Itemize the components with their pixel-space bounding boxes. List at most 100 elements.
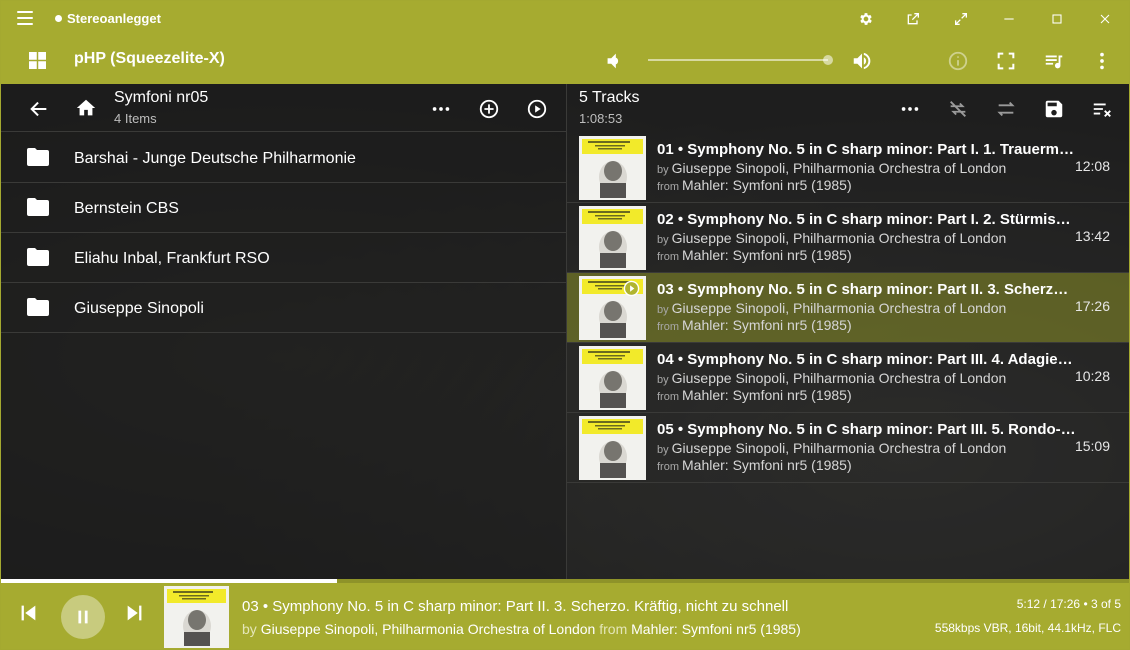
window-title: Stereoanlegget (55, 11, 161, 26)
settings-gear-icon[interactable] (856, 9, 876, 29)
track-row[interactable]: 04 • Symphony No. 5 in C sharp minor: Pa… (567, 343, 1129, 413)
album-cover (579, 136, 646, 200)
from-prefix: from (657, 251, 679, 263)
track-artist-name: Giuseppe Sinopoli, Philharmonia Orchestr… (671, 440, 1007, 456)
volume-slider[interactable] (648, 59, 828, 61)
queue-total-time: 1:08:53 (579, 111, 623, 126)
playback-time: 5:12 / 17:26 • 3 of 5 (1016, 597, 1121, 611)
track-album-name: Mahler: Symfoni nr5 (1985) (682, 457, 852, 473)
track-duration: 15:09 (1074, 438, 1110, 454)
track-artist: by Giuseppe Sinopoli, Philharmonia Orches… (657, 160, 1077, 176)
browse-subtitle: 4 Items (114, 111, 157, 126)
list-item[interactable]: Eliahu Inbal, Frankfurt RSO (1, 233, 566, 283)
track-title: 02 • Symphony No. 5 in C sharp minor: Pa… (657, 211, 1077, 228)
track-album-name: Mahler: Symfoni nr5 (1985) (682, 177, 852, 193)
folder-icon (27, 298, 49, 316)
queue-music-icon[interactable] (1042, 49, 1066, 73)
track-album: from Mahler: Symfoni nr5 (1985) (657, 247, 1077, 263)
track-row[interactable]: 02 • Symphony No. 5 in C sharp minor: Pa… (567, 203, 1129, 273)
more-vertical-icon[interactable] (1090, 49, 1114, 73)
folder-label: Eliahu Inbal, Frankfurt RSO (74, 250, 270, 267)
repeat-off-icon[interactable] (946, 97, 970, 121)
track-duration: 12:08 (1074, 158, 1110, 174)
more-horizontal-icon[interactable] (429, 97, 453, 121)
windows-icon (29, 52, 46, 69)
track-artist: by Giuseppe Sinopoli, Philharmonia Orches… (657, 440, 1077, 456)
save-icon[interactable] (1042, 97, 1066, 121)
folder-label: Giuseppe Sinopoli (74, 300, 204, 317)
folder-label: Bernstein CBS (74, 200, 179, 217)
album-cover (579, 416, 646, 480)
track-artist: by Giuseppe Sinopoli, Philharmonia Orches… (657, 230, 1077, 246)
player-toolbar: pHP (Squeezelite-X) (1, 37, 1129, 84)
track-artist: by Giuseppe Sinopoli, Philharmonia Orches… (657, 300, 1077, 316)
shuffle-off-icon[interactable] (994, 97, 1018, 121)
track-duration: 13:42 (1074, 228, 1110, 244)
play-circle-icon[interactable] (525, 97, 549, 121)
now-playing-icon (623, 280, 640, 297)
track-title: 04 • Symphony No. 5 in C sharp minor: Pa… (657, 351, 1077, 368)
track-duration: 17:26 (1074, 298, 1110, 314)
track-artist-name: Giuseppe Sinopoli, Philharmonia Orchestr… (671, 160, 1007, 176)
volume-slider-handle[interactable] (823, 55, 833, 65)
by-prefix: by (657, 164, 669, 176)
title-bar: Stereoanlegget (1, 1, 1129, 37)
previous-track-icon[interactable] (17, 602, 39, 624)
list-item[interactable]: Giuseppe Sinopoli (1, 283, 566, 333)
folder-list: Barshai - Junge Deutsche Philharmonie Be… (1, 133, 566, 333)
by-prefix: by (657, 304, 669, 316)
track-row[interactable]: 03 • Symphony No. 5 in C sharp minor: Pa… (567, 273, 1129, 343)
track-artist: by Giuseppe Sinopoli, Philharmonia Orches… (657, 370, 1077, 386)
maximize-icon[interactable] (1047, 9, 1067, 29)
track-row[interactable]: 05 • Symphony No. 5 in C sharp minor: Pa… (567, 413, 1129, 483)
expand-diagonal-icon[interactable] (951, 9, 971, 29)
pause-button[interactable] (61, 595, 105, 639)
folder-icon (27, 198, 49, 216)
now-playing-details: by Giuseppe Sinopoli, Philharmonia Orche… (242, 621, 801, 637)
browse-header: Symfoni nr05 4 Items (1, 84, 566, 132)
folder-icon (27, 248, 49, 266)
from-prefix: from (657, 181, 679, 193)
track-album: from Mahler: Symfoni nr5 (1985) (657, 457, 1077, 473)
from-prefix: from (599, 621, 628, 637)
menu-icon[interactable] (17, 11, 33, 25)
album-cover (579, 346, 646, 410)
by-prefix: by (657, 374, 669, 386)
volume-down-icon[interactable] (603, 50, 625, 72)
more-horizontal-icon[interactable] (898, 97, 922, 121)
track-album: from Mahler: Symfoni nr5 (1985) (657, 387, 1077, 403)
browse-title: Symfoni nr05 (114, 89, 209, 106)
now-playing-album[interactable]: Mahler: Symfoni nr5 (1985) (631, 621, 801, 637)
from-prefix: from (657, 461, 679, 473)
from-prefix: from (657, 321, 679, 333)
list-item[interactable]: Bernstein CBS (1, 183, 566, 233)
info-icon[interactable] (946, 49, 970, 73)
track-title: 01 • Symphony No. 5 in C sharp minor: Pa… (657, 141, 1077, 158)
now-playing-title[interactable]: 03 • Symphony No. 5 in C sharp minor: Pa… (242, 598, 788, 615)
close-icon[interactable] (1095, 9, 1115, 29)
back-arrow-icon[interactable] (28, 98, 50, 120)
now-playing-bar: 03 • Symphony No. 5 in C sharp minor: Pa… (1, 583, 1129, 649)
volume-up-icon[interactable] (851, 50, 873, 72)
track-album-name: Mahler: Symfoni nr5 (1985) (682, 317, 852, 333)
app-window: Stereoanlegget pHP (Squeezelite-X) Symfo… (0, 0, 1130, 650)
folder-icon (27, 148, 49, 166)
album-cover[interactable] (164, 586, 229, 648)
open-external-icon[interactable] (903, 9, 923, 29)
add-circle-icon[interactable] (477, 97, 501, 121)
by-prefix: by (657, 444, 669, 456)
player-name[interactable]: pHP (Squeezelite-X) (74, 50, 225, 68)
track-title: 05 • Symphony No. 5 in C sharp minor: Pa… (657, 421, 1077, 438)
folder-label: Barshai - Junge Deutsche Philharmonie (74, 150, 356, 167)
next-track-icon[interactable] (124, 602, 146, 624)
track-album-name: Mahler: Symfoni nr5 (1985) (682, 247, 852, 263)
track-row[interactable]: 01 • Symphony No. 5 in C sharp minor: Pa… (567, 133, 1129, 203)
now-playing-artist[interactable]: Giuseppe Sinopoli, Philharmonia Orchestr… (261, 621, 596, 637)
audio-format-info: 558kbps VBR, 16bit, 44.1kHz, FLC (934, 621, 1121, 635)
clear-queue-icon[interactable] (1090, 97, 1114, 121)
queue-track-count: 5 Tracks (579, 89, 640, 106)
fullscreen-icon[interactable] (994, 49, 1018, 73)
minimize-icon[interactable] (999, 9, 1019, 29)
home-icon[interactable] (75, 97, 97, 119)
list-item[interactable]: Barshai - Junge Deutsche Philharmonie (1, 133, 566, 183)
